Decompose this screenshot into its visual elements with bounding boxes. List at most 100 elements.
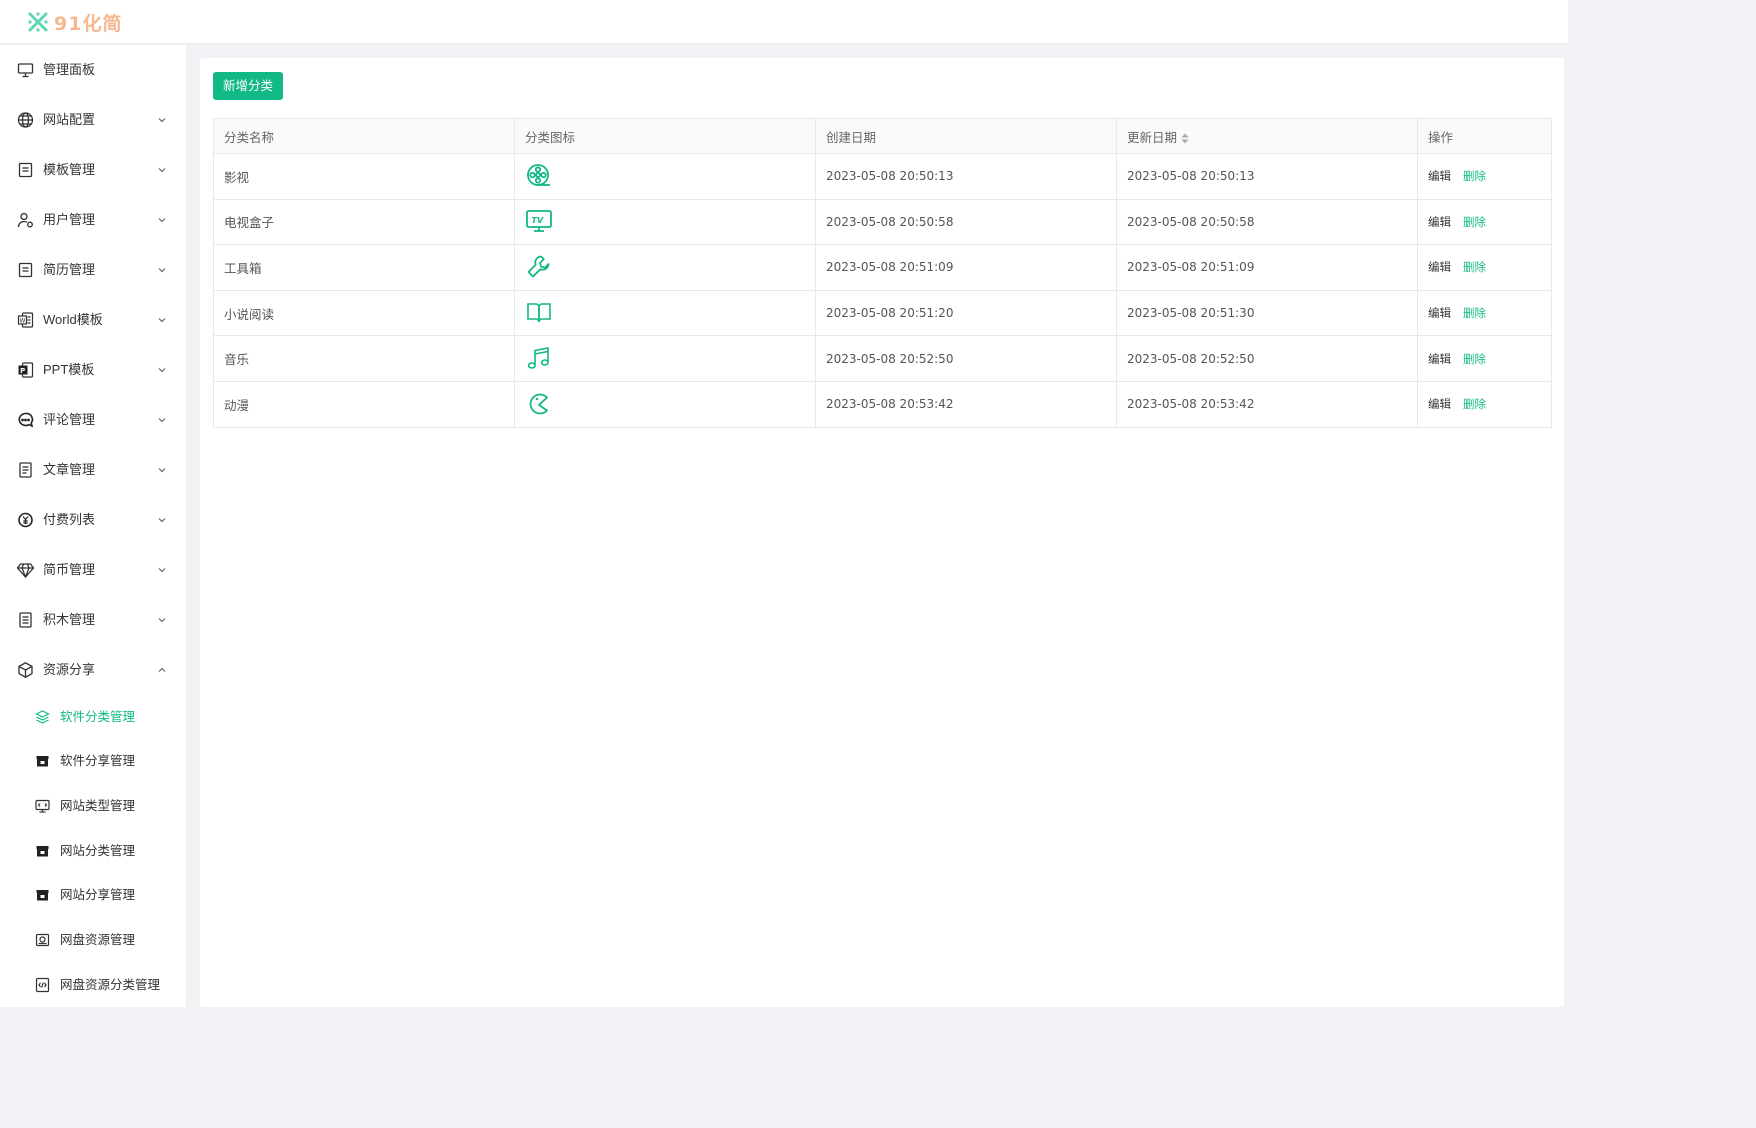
edit-link[interactable]: 编辑 — [1428, 217, 1451, 229]
sidebar-item-resource-share[interactable]: 资源分享 — [0, 650, 186, 690]
table-header-row: 分类名称 分类图标 创建日期 更新日期 操作 — [213, 118, 1552, 154]
row-actions: 编辑 删除 — [1417, 198, 1552, 246]
row-actions: 编辑 删除 — [1417, 380, 1552, 428]
column-header-created: 创建日期 — [815, 118, 1117, 154]
sidebar-item-site-config[interactable]: 网站配置 — [0, 100, 186, 140]
category-icon-cell — [514, 244, 816, 291]
column-header-updated[interactable]: 更新日期 — [1116, 118, 1418, 154]
sidebar-subitem-disk-resource-category[interactable]: 网盘资源分类管理 — [0, 967, 186, 1003]
created-date: 2023-05-08 20:53:42 — [815, 380, 1117, 428]
chevron-down-icon — [158, 518, 166, 523]
category-name: 动漫 — [213, 380, 515, 428]
sidebar-item-articles[interactable]: 文章管理 — [0, 450, 186, 490]
sidebar-subitem-software-category[interactable]: 软件分类管理 — [0, 699, 186, 735]
sidebar-item-label: World模板 — [43, 312, 103, 327]
sidebar-subitem-label: 网盘资源管理 — [60, 933, 136, 947]
sidebar-subitem-software-share[interactable]: 软件分享管理 — [0, 743, 186, 779]
sidebar-subitem-site-category[interactable]: 网站分类管理 — [0, 833, 186, 869]
sidebar-item-coins[interactable]: 简币管理 — [0, 550, 186, 590]
created-date: 2023-05-08 20:51:09 — [815, 244, 1117, 291]
monitor-icon — [17, 63, 34, 78]
main-panel: 新增分类 分类名称 分类图标 创建日期 更新日期 操作 影视 2023-05-0… — [200, 58, 1564, 1007]
comment-icon — [18, 412, 34, 428]
created-date: 2023-05-08 20:50:13 — [815, 153, 1117, 200]
sidebar-item-word-templates[interactable]: W World模板 — [0, 300, 186, 340]
delete-link[interactable]: 删除 — [1463, 354, 1486, 366]
blocks-doc-icon — [19, 612, 32, 628]
table-row: 音乐 2023-05-08 20:52:50 2023-05-08 20:52:… — [213, 335, 1552, 382]
logo-asterisk-icon — [28, 12, 48, 32]
sidebar-item-comments[interactable]: 评论管理 — [0, 400, 186, 440]
archive-box-icon — [36, 846, 49, 857]
logo[interactable]: 91化简 — [26, 9, 122, 35]
chevron-up-icon — [158, 667, 166, 672]
delete-link[interactable]: 删除 — [1463, 217, 1486, 229]
sidebar-subitem-site-type[interactable]: 网站类型管理 — [0, 788, 186, 824]
category-table: 分类名称 分类图标 创建日期 更新日期 操作 影视 2023-05-08 20:… — [213, 118, 1552, 428]
code-doc-icon — [35, 977, 50, 993]
sidebar-subitem-label: 网站分类管理 — [60, 844, 136, 858]
chevron-down-icon — [158, 468, 166, 473]
delete-link[interactable]: 删除 — [1463, 171, 1486, 183]
sidebar-item-blocks[interactable]: 积木管理 — [0, 600, 186, 640]
sidebar-item-ppt-templates[interactable]: P PPT模板 — [0, 350, 186, 390]
edit-link[interactable]: 编辑 — [1428, 308, 1451, 320]
film-reel-icon — [527, 164, 550, 187]
updated-date: 2023-05-08 20:51:09 — [1116, 244, 1418, 291]
sidebar-item-templates[interactable]: 模板管理 — [0, 150, 186, 190]
cube-icon — [18, 662, 33, 678]
add-category-button[interactable]: 新增分类 — [213, 72, 283, 100]
template-icon — [18, 162, 33, 178]
sidebar-item-label: 评论管理 — [43, 412, 96, 427]
sort-icon[interactable] — [1181, 133, 1189, 144]
sidebar-subitem-disk-resource[interactable]: 网盘资源管理 — [0, 922, 186, 958]
table-row: 小说阅读 2023-05-08 20:51:20 2023-05-08 20:5… — [213, 289, 1552, 337]
edit-link[interactable]: 编辑 — [1428, 171, 1451, 183]
logo-text: 91化简 — [54, 12, 123, 35]
user-gear-icon — [17, 212, 33, 228]
updated-date: 2023-05-08 20:53:42 — [1116, 380, 1418, 428]
row-actions: 编辑 删除 — [1417, 244, 1552, 291]
chevron-down-icon — [158, 168, 166, 173]
top-bar: 91化简 — [0, 0, 1568, 44]
column-header-name: 分类名称 — [213, 118, 515, 154]
category-name: 影视 — [213, 153, 515, 200]
delete-link[interactable]: 删除 — [1463, 308, 1486, 320]
chevron-down-icon — [158, 118, 166, 123]
sidebar-item-users[interactable]: 用户管理 — [0, 200, 186, 240]
article-icon — [19, 462, 32, 478]
sidebar-item-resumes[interactable]: 简历管理 — [0, 250, 186, 290]
svg-text:P: P — [20, 367, 25, 375]
category-icon-cell — [514, 153, 816, 200]
sidebar-item-payments[interactable]: 付费列表 — [0, 500, 186, 540]
pacman-icon — [529, 393, 548, 415]
sidebar-item-label: 管理面板 — [43, 62, 96, 77]
updated-date: 2023-05-08 20:52:50 — [1116, 335, 1418, 382]
edit-link[interactable]: 编辑 — [1428, 262, 1451, 274]
category-icon-cell — [514, 289, 816, 337]
category-icon-cell — [514, 335, 816, 382]
table-row: 影视 2023-05-08 20:50:13 2023-05-08 20:50:… — [213, 153, 1552, 200]
row-actions: 编辑 删除 — [1417, 335, 1552, 382]
sidebar: 管理面板 网站配置 模板管理 用户管理 简历管理 W World模板 P PPT… — [0, 45, 186, 1007]
sidebar-subitem-site-share[interactable]: 网站分享管理 — [0, 877, 186, 913]
sidebar-item-dashboard[interactable]: 管理面板 — [0, 50, 186, 90]
yen-coin-icon — [18, 512, 33, 528]
tv-icon: TV — [526, 209, 552, 232]
row-actions: 编辑 删除 — [1417, 153, 1552, 200]
edit-link[interactable]: 编辑 — [1428, 399, 1451, 411]
edit-link[interactable]: 编辑 — [1428, 354, 1451, 366]
sidebar-subitem-label: 软件分类管理 — [60, 710, 136, 724]
delete-link[interactable]: 删除 — [1463, 399, 1486, 411]
layers-icon — [35, 710, 50, 724]
svg-text:TV: TV — [532, 216, 544, 225]
column-header-icon: 分类图标 — [514, 118, 816, 154]
row-actions: 编辑 删除 — [1417, 289, 1552, 337]
sidebar-item-label: 资源分享 — [43, 662, 96, 677]
chevron-down-icon — [158, 368, 166, 373]
category-name: 音乐 — [213, 335, 515, 382]
web-code-icon — [35, 799, 50, 813]
sidebar-item-label: 文章管理 — [43, 462, 96, 477]
sidebar-subitem-label: 软件分享管理 — [60, 754, 136, 768]
delete-link[interactable]: 删除 — [1463, 262, 1486, 274]
